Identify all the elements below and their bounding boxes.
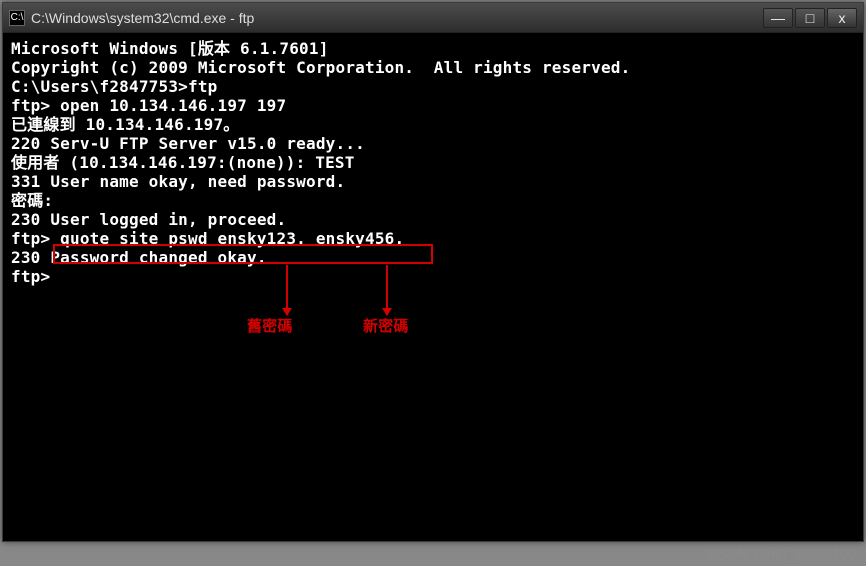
terminal-area[interactable]: Microsoft Windows [版本 6.1.7601] Copyrigh…	[3, 33, 863, 541]
terminal-line: 230 User logged in, proceed.	[11, 210, 855, 229]
cmd-icon: C:\	[9, 10, 25, 26]
terminal-line: ftp>	[11, 267, 855, 286]
minimize-button[interactable]: —	[763, 8, 793, 28]
maximize-button[interactable]: □	[795, 8, 825, 28]
terminal-line: Copyright (c) 2009 Microsoft Corporation…	[11, 58, 855, 77]
terminal-line: ftp> quote site pswd ensky123. ensky456.	[11, 229, 855, 248]
terminal-line: 220 Serv-U FTP Server v15.0 ready...	[11, 134, 855, 153]
terminal-line: 密碼:	[11, 191, 855, 210]
window-controls: — □ x	[763, 8, 857, 28]
titlebar[interactable]: C:\ C:\Windows\system32\cmd.exe - ftp — …	[3, 3, 863, 33]
label-old-password: 舊密碼	[247, 317, 293, 336]
label-new-password: 新密碼	[363, 317, 409, 336]
window-title: C:\Windows\system32\cmd.exe - ftp	[31, 10, 763, 26]
terminal-line: C:\Users\f2847753>ftp	[11, 77, 855, 96]
terminal-line: 已連線到 10.134.146.197。	[11, 115, 855, 134]
watermark: CSDN @m0_59952100	[709, 546, 856, 562]
terminal-line: 331 User name okay, need password.	[11, 172, 855, 191]
terminal-line: Microsoft Windows [版本 6.1.7601]	[11, 39, 855, 58]
cmd-window: C:\ C:\Windows\system32\cmd.exe - ftp — …	[2, 2, 864, 542]
terminal-line: ftp> open 10.134.146.197 197	[11, 96, 855, 115]
terminal-line: 230 Password changed okay.	[11, 248, 855, 267]
close-button[interactable]: x	[827, 8, 857, 28]
terminal-line: 使用者 (10.134.146.197:(none)): TEST	[11, 153, 855, 172]
